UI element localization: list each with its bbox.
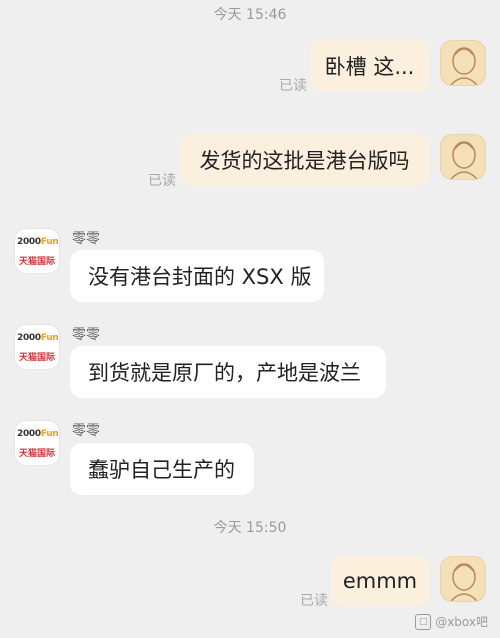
brand-logo: 2000Fun bbox=[17, 429, 59, 439]
brand-logo-sub: 天猫国际 bbox=[19, 449, 56, 459]
message-bubble-self[interactable]: 卧槽 这... bbox=[310, 40, 429, 92]
brand-logo: 2000Fun bbox=[17, 237, 59, 247]
brand-logo-sub: 天猫国际 bbox=[19, 353, 56, 363]
self-avatar[interactable] bbox=[440, 134, 486, 180]
contact-name: 零零 bbox=[72, 423, 100, 439]
self-avatar[interactable] bbox=[440, 40, 486, 86]
portrait-icon bbox=[450, 141, 478, 179]
timestamp: 今天 15:50 bbox=[213, 520, 287, 536]
message-bubble-self[interactable]: 发货的这批是港台版吗 bbox=[180, 134, 429, 186]
portrait-icon bbox=[450, 47, 478, 85]
message-bubble-other[interactable]: 蠢驴自己生产的 bbox=[70, 443, 254, 495]
message-bubble-other[interactable]: 没有港台封面的 XSX 版 bbox=[70, 250, 324, 302]
brand-logo-sub: 天猫国际 bbox=[19, 257, 56, 267]
read-status: 已读 bbox=[300, 593, 328, 609]
message-bubble-self[interactable]: emmm bbox=[331, 556, 429, 606]
contact-avatar[interactable]: 2000Fun 天猫国际 bbox=[14, 324, 60, 370]
watermark: □ @xbox吧 bbox=[415, 613, 488, 630]
message-bubble-other[interactable]: 到货就是原厂的，产地是波兰 bbox=[70, 346, 386, 398]
self-avatar[interactable] bbox=[440, 556, 486, 602]
contact-avatar[interactable]: 2000Fun 天猫国际 bbox=[14, 228, 60, 274]
brand-logo: 2000Fun bbox=[17, 333, 59, 343]
read-status: 已读 bbox=[279, 78, 307, 94]
contact-name: 零零 bbox=[72, 327, 100, 343]
contact-name: 零零 bbox=[72, 231, 100, 247]
read-status: 已读 bbox=[148, 173, 176, 189]
timestamp: 今天 15:46 bbox=[213, 7, 287, 23]
watermark-text: @xbox吧 bbox=[435, 615, 488, 629]
portrait-icon bbox=[450, 563, 478, 601]
tieba-icon: □ bbox=[415, 613, 432, 630]
contact-avatar[interactable]: 2000Fun 天猫国际 bbox=[14, 420, 60, 466]
